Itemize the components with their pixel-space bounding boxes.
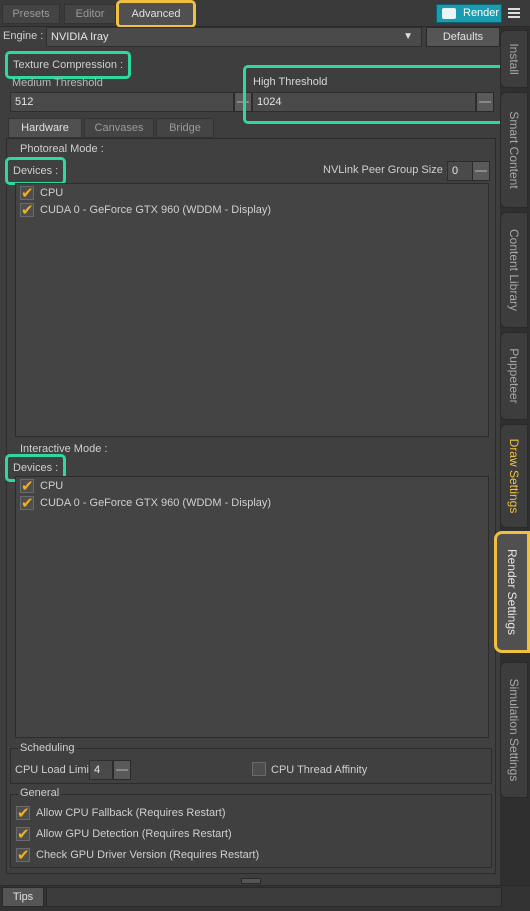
- tab-canvases[interactable]: Canvases: [84, 118, 154, 138]
- defaults-button[interactable]: Defaults: [426, 27, 500, 47]
- cpu-fallback-label: Allow CPU Fallback (Requires Restart): [36, 807, 226, 819]
- interactive-device-list: [15, 476, 489, 738]
- tab-presets[interactable]: Presets: [2, 4, 60, 24]
- photoreal-title: Photoreal Mode :: [20, 143, 104, 155]
- medium-threshold-label: Medium Threshold: [12, 77, 103, 89]
- photoreal-cuda-label: CUDA 0 - GeForce GTX 960 (WDDM - Display…: [40, 204, 272, 216]
- interactive-cpu-checkbox[interactable]: [20, 477, 34, 495]
- nvlink-stepper[interactable]: [472, 161, 490, 181]
- render-button[interactable]: Render: [436, 4, 502, 23]
- interactive-title: Interactive Mode :: [20, 443, 108, 455]
- thread-affinity-label: CPU Thread Affinity: [271, 764, 368, 776]
- render-label: Render: [463, 7, 500, 19]
- interactive-cuda-checkbox[interactable]: [20, 494, 34, 512]
- tab-advanced[interactable]: Advanced: [116, 0, 196, 28]
- tab-bridge[interactable]: Bridge: [156, 118, 214, 138]
- nvlink-label: NVLink Peer Group Size :: [323, 164, 449, 176]
- sidetab-install[interactable]: Install: [500, 30, 528, 88]
- high-threshold-label: High Threshold: [253, 76, 328, 88]
- engine-select[interactable]: NVIDIA Iray ▼: [46, 27, 422, 47]
- sidetab-simulation-settings[interactable]: Simulation Settings: [500, 662, 528, 798]
- gpu-detection-checkbox[interactable]: [16, 825, 30, 843]
- sidetab-puppeteer[interactable]: Puppeteer: [500, 332, 528, 420]
- tips-button[interactable]: Tips: [2, 887, 44, 907]
- medium-threshold-input[interactable]: 512: [10, 92, 234, 112]
- engine-label: Engine :: [3, 30, 44, 42]
- tab-hardware[interactable]: Hardware: [8, 118, 82, 138]
- sidetab-render-settings[interactable]: Render Settings: [494, 531, 530, 653]
- engine-value: NVIDIA Iray: [51, 31, 109, 43]
- sidetab-draw-settings[interactable]: Draw Settings: [500, 424, 528, 528]
- chevron-down-icon: ▼: [403, 31, 413, 42]
- interactive-cuda-label: CUDA 0 - GeForce GTX 960 (WDDM - Display…: [40, 497, 272, 509]
- gpu-detection-label: Allow GPU Detection (Requires Restart): [36, 828, 232, 840]
- tab-editor[interactable]: Editor: [64, 4, 116, 24]
- cpu-load-stepper[interactable]: [113, 760, 131, 780]
- photoreal-device-list: [15, 183, 489, 437]
- resize-handle[interactable]: [241, 878, 261, 884]
- high-threshold-stepper[interactable]: [476, 92, 494, 112]
- photoreal-cpu-label: CPU: [40, 187, 64, 199]
- photoreal-cuda-checkbox[interactable]: [20, 201, 34, 219]
- cpu-fallback-checkbox[interactable]: [16, 804, 30, 822]
- thread-affinity-checkbox[interactable]: [252, 762, 266, 776]
- camera-icon: [442, 8, 456, 19]
- high-threshold-input[interactable]: 1024: [252, 92, 476, 112]
- photoreal-devices-label: Devices :: [4, 157, 67, 185]
- sidetab-smart-content[interactable]: Smart Content: [500, 92, 528, 208]
- tips-bar-field: [46, 887, 502, 907]
- gpu-driver-label: Check GPU Driver Version (Requires Resta…: [36, 849, 260, 861]
- cpu-load-input[interactable]: 4: [89, 760, 113, 780]
- scheduling-title: Scheduling: [18, 742, 77, 754]
- photoreal-cpu-checkbox[interactable]: [20, 184, 34, 202]
- gpu-driver-checkbox[interactable]: [16, 846, 30, 864]
- cpu-load-label: CPU Load Limit: [15, 764, 93, 776]
- interactive-cpu-label: CPU: [40, 480, 64, 492]
- nvlink-input[interactable]: 0: [447, 161, 473, 181]
- texture-compression-title: Texture Compression :: [4, 51, 132, 79]
- general-title: General: [18, 787, 62, 799]
- menu-icon[interactable]: [506, 4, 524, 22]
- sidetab-content-library[interactable]: Content Library: [500, 212, 528, 328]
